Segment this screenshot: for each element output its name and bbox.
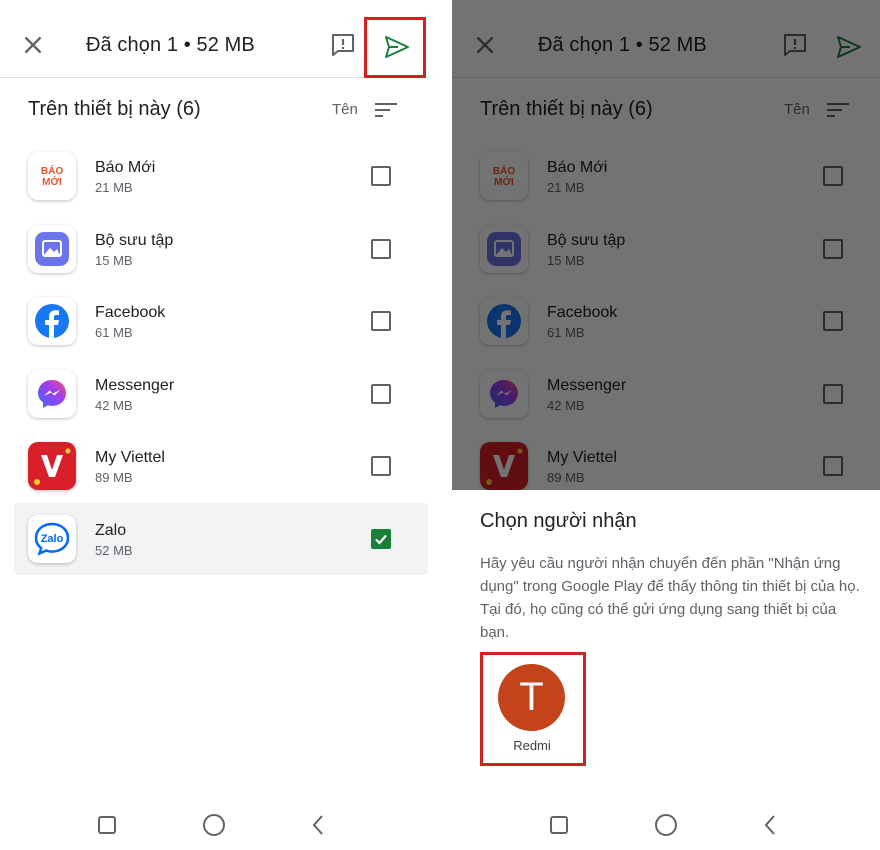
system-nav-bar <box>452 797 880 850</box>
recipient-bottom-sheet: Chọn người nhận Hãy yêu cầu người nhận c… <box>452 490 880 797</box>
left-screen: Đã chọn 1 • 52 MB Trên thiết bị này (6) … <box>0 0 428 850</box>
app-size: 42 MB <box>95 397 133 413</box>
app-checkbox[interactable] <box>371 456 391 476</box>
app-checkbox[interactable] <box>371 311 391 331</box>
home-button[interactable] <box>655 814 677 836</box>
recents-button[interactable] <box>98 816 116 834</box>
baomoi-icon: BÁOMỚI <box>28 152 76 200</box>
check-icon <box>375 534 387 545</box>
recipient-highlight-box <box>480 652 586 766</box>
app-checkbox-checked[interactable] <box>371 528 391 549</box>
zalo-icon: Zalo <box>28 514 76 563</box>
home-button[interactable] <box>203 814 225 836</box>
panel-divider <box>428 0 452 850</box>
baomoi-logo-text-2: MỚI <box>42 175 62 188</box>
app-checkbox[interactable] <box>371 238 391 259</box>
back-icon[interactable] <box>310 814 326 836</box>
app-name: Bộ sưu tập <box>95 231 174 249</box>
close-icon[interactable] <box>20 32 46 58</box>
app-row-gallery[interactable]: Bộ sưu tập 15 MB <box>14 213 428 286</box>
viettel-icon <box>28 442 76 490</box>
app-row-facebook[interactable]: Facebook 61 MB <box>14 285 428 358</box>
facebook-icon <box>28 297 76 345</box>
recents-button[interactable] <box>550 816 568 834</box>
back-icon[interactable] <box>762 814 778 836</box>
app-size: 15 MB <box>95 252 133 268</box>
app-row-baomoi[interactable]: BÁOMỚI Báo Mới 21 MB <box>14 140 428 213</box>
app-name: My Viettel <box>95 449 165 466</box>
send-highlight-box <box>364 17 426 78</box>
system-nav-bar <box>0 797 428 850</box>
sheet-title: Chọn người nhận <box>480 510 637 532</box>
modal-scrim[interactable] <box>452 0 880 490</box>
selection-title: Đã chọn 1 • 52 MB <box>86 34 255 56</box>
zalo-logo-text: Zalo <box>41 533 64 545</box>
app-checkbox[interactable] <box>371 383 391 404</box>
baomoi-logo-text: BÁO <box>41 164 63 177</box>
app-row-messenger[interactable]: Messenger 42 MB <box>14 358 428 431</box>
gallery-icon <box>28 224 76 273</box>
feedback-icon[interactable] <box>330 33 356 57</box>
app-name: Facebook <box>95 304 166 321</box>
app-checkbox[interactable] <box>371 166 391 186</box>
sort-label[interactable]: Tên <box>332 101 358 118</box>
sheet-description: Hãy yêu cầu người nhận chuyển đến phần "… <box>480 555 860 641</box>
app-size: 89 MB <box>95 470 133 485</box>
app-size: 21 MB <box>95 180 133 195</box>
right-screen: Đã chọn 1 • 52 MB Trên thiết bị này (6) … <box>452 0 880 850</box>
app-name: Zalo <box>95 521 127 539</box>
section-title: Trên thiết bị này (6) <box>28 98 201 120</box>
sort-icon[interactable] <box>374 102 398 118</box>
app-size: 52 MB <box>95 542 133 558</box>
app-row-zalo[interactable]: Zalo Zalo 52 MB <box>14 502 428 575</box>
app-size: 61 MB <box>95 325 133 340</box>
app-name: Báo Mới <box>95 159 156 176</box>
app-name: Messenger <box>95 376 175 394</box>
messenger-icon <box>28 369 76 418</box>
app-list: BÁOMỚI Báo Mới 21 MB Bộ sưu tập 15 MB Fa… <box>14 140 428 575</box>
app-row-viettel[interactable]: My Viettel 89 MB <box>14 430 428 503</box>
